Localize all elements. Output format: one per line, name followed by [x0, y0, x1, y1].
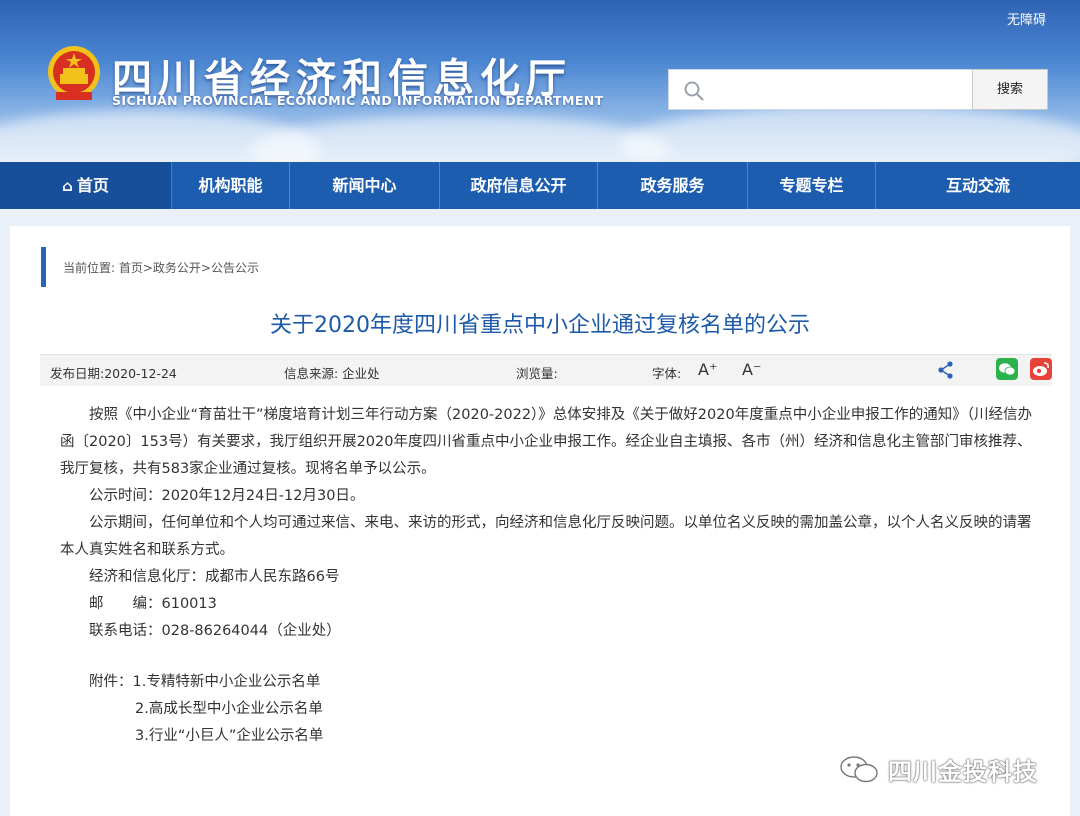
nav-item-label: 首页 — [76, 176, 109, 195]
share-icon[interactable] — [937, 360, 955, 380]
contact-postcode: 邮 编：610013 — [89, 596, 217, 612]
site-header: 无障碍 四川省经济和信息化厅 SICHUAN PROVINCIAL ECONOM… — [0, 0, 1080, 162]
weibo-share-icon[interactable] — [1030, 358, 1052, 380]
contact-address: 经济和信息化厅：成都市人民东路66号 — [89, 569, 340, 585]
attachment-link[interactable]: 2.高成长型中小企业公示名单 — [60, 696, 1040, 723]
attachment-label: 附件： — [89, 674, 133, 690]
cloud-decoration — [250, 115, 670, 162]
article-container: 当前位置: 首页>政务公开>公告公示 关于2020年度四川省重点中小企业通过复核… — [10, 226, 1070, 816]
national-emblem-icon — [48, 46, 100, 100]
breadcrumb-accent-bar — [41, 247, 46, 287]
font-decrease-button[interactable]: A⁻ — [742, 360, 761, 379]
nav-item-interaction[interactable]: 互动交流 — [876, 162, 1080, 209]
wechat-share-icon[interactable] — [996, 358, 1018, 380]
search-icon — [684, 81, 704, 101]
font-size-label: 字体: — [652, 366, 682, 381]
contact-phone: 联系电话：028-86264044（企业处） — [89, 623, 341, 639]
cloud-decoration — [620, 105, 1080, 162]
source-watermark: 四川金投科技 — [888, 758, 1038, 786]
paragraph: 按照《中小企业“育苗壮干”梯度培育计划三年行动方案（2020-2022）》总体安… — [60, 407, 1032, 477]
info-source: 信息来源: 企业处 — [284, 366, 380, 381]
search-button[interactable]: 搜索 — [972, 69, 1048, 110]
nav-item-topics[interactable]: 专题专栏 — [748, 162, 876, 209]
font-increase-button[interactable]: A⁺ — [698, 360, 717, 379]
nav-item-gov-info[interactable]: 政府信息公开 — [440, 162, 598, 209]
nav-item-services[interactable]: 政务服务 — [598, 162, 748, 209]
article-body: 按照《中小企业“育苗壮干”梯度培育计划三年行动方案（2020-2022）》总体安… — [60, 402, 1040, 750]
wechat-watermark-icon — [840, 756, 878, 783]
nav-item-news[interactable]: 新闻中心 — [290, 162, 440, 209]
view-count: 浏览量: — [516, 366, 558, 381]
main-nav: ⌂ 首页 机构职能 新闻中心 政府信息公开 政务服务 专题专栏 互动交流 — [0, 162, 1080, 209]
accessibility-link[interactable]: 无障碍 — [1007, 9, 1046, 28]
article-meta-bar: 发布日期:2020-12-24 信息来源: 企业处 浏览量: 字体: A⁺ A⁻ — [40, 354, 1052, 386]
attachment-item[interactable]: 附件：1.专精特新中小企业公示名单 — [60, 669, 1040, 696]
publish-date: 发布日期:2020-12-24 — [50, 366, 177, 381]
home-icon: ⌂ — [62, 177, 73, 195]
breadcrumb[interactable]: 当前位置: 首页>政务公开>公告公示 — [63, 259, 259, 276]
attachment-link[interactable]: 1.专精特新中小企业公示名单 — [133, 674, 321, 690]
paragraph: 公示期间，任何单位和个人均可通过来信、来电、来访的形式，向经济和信息化厅反映问题… — [60, 515, 1032, 558]
nav-item-organization[interactable]: 机构职能 — [172, 162, 290, 209]
page-title: 关于2020年度四川省重点中小企业通过复核名单的公示 — [270, 313, 810, 338]
attachment-link[interactable]: 3.行业“小巨人”企业公示名单 — [60, 723, 1040, 750]
nav-item-home[interactable]: ⌂ 首页 — [0, 162, 172, 209]
paragraph: 公示时间：2020年12月24日-12月30日。 — [89, 488, 365, 504]
site-subtitle: SICHUAN PROVINCIAL ECONOMIC AND INFORMAT… — [112, 93, 604, 108]
search-input[interactable] — [668, 69, 973, 110]
